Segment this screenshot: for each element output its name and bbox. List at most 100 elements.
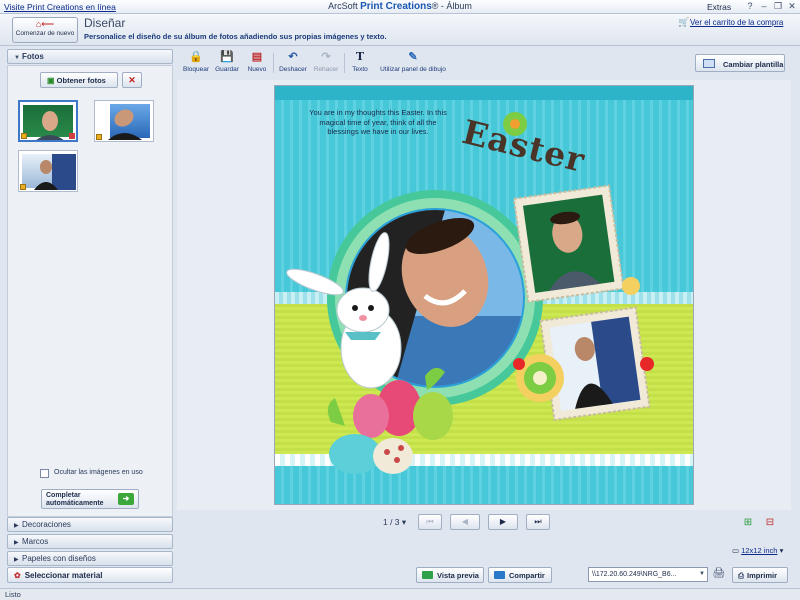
hide-used-checkbox-row[interactable]: Ocultar las imágenes en uso	[40, 469, 143, 478]
redo-icon: ↷	[321, 51, 331, 63]
undo-tool[interactable]: ↶ Deshacer	[276, 50, 310, 73]
page-dropdown-icon: ▾	[401, 517, 407, 527]
auto-fill-icon: ➜	[118, 493, 134, 505]
title-bar: Visite Print Creations en línea ArcSoft …	[0, 0, 800, 14]
step-title: Diseñar	[84, 16, 126, 30]
redo-tool-label: Rehacer	[313, 66, 339, 73]
toolbar-divider	[344, 53, 345, 73]
auto-complete-button[interactable]: Completar automáticamente ➜	[41, 489, 139, 509]
section-frames-label: Marcos	[22, 537, 49, 546]
print-button[interactable]: ⎙ Imprimir	[732, 567, 788, 583]
new-icon: ▤	[251, 51, 263, 63]
left-panel: ▼ Fotos ▣ Obtener fotos ✕ Ocultar las im…	[7, 49, 173, 584]
text-tool-label: Texto	[352, 66, 368, 73]
drawing-panel-tool[interactable]: ✎ Utilizar panel de dibujo	[376, 50, 450, 73]
photo-thumbnail[interactable]	[94, 100, 154, 142]
photos-section-header[interactable]: ▼ Fotos	[7, 49, 173, 64]
header-band: ⌂⟵ Comenzar de nuevo Diseñar Personalice…	[0, 14, 800, 46]
share-button-label: Compartir	[509, 571, 545, 580]
next-page-icon: ▶	[499, 517, 507, 526]
status-text: Listo	[5, 590, 21, 599]
lock-tool[interactable]: 🔒 Bloquear	[180, 50, 212, 73]
delete-page-icon[interactable]: ⊟	[764, 516, 776, 529]
remove-photo-icon: ✕	[128, 75, 136, 85]
photo-thumbnail[interactable]	[18, 150, 78, 192]
expand-triangle-icon: ▶	[14, 523, 19, 529]
photo-thumbnail-image	[22, 154, 76, 190]
cart-link[interactable]: 🛒Ver el carrito de la compra	[678, 17, 783, 27]
new-tool[interactable]: ▤ Nuevo	[244, 50, 270, 73]
app-brand: Print Creations	[360, 1, 432, 12]
hide-used-label: Ocultar las imágenes en uso	[54, 469, 143, 476]
last-page-button[interactable]: ⏭	[526, 514, 550, 530]
photo-thumbnail-image	[23, 105, 73, 140]
share-button[interactable]: Compartir	[488, 567, 552, 583]
app-title-suffix: ® - Álbum	[431, 1, 472, 11]
redo-tool[interactable]: ↷ Rehacer	[310, 50, 342, 73]
cart-icon: 🛒	[678, 17, 690, 27]
add-page-icon[interactable]: ⊞	[742, 516, 754, 529]
auto-complete-label-1: Completar	[46, 492, 81, 499]
portrait-image	[98, 104, 142, 140]
undo-icon: ↶	[288, 51, 298, 63]
minimize-icon[interactable]: –	[758, 1, 770, 12]
printer-properties-icon[interactable]: 🖨	[712, 567, 726, 581]
page-size-indicator[interactable]: ▭ 12x12 inch ▾	[732, 546, 783, 555]
album-page[interactable]: You are in my thoughts this Easter. In t…	[274, 85, 694, 505]
section-decorations-label: Decoraciones	[22, 520, 71, 529]
get-photos-button[interactable]: ▣ Obtener fotos	[40, 72, 118, 88]
printer-select[interactable]: \\172.20.60.249\NRG_B6... ▼	[588, 567, 708, 582]
close-icon[interactable]: ✕	[786, 1, 798, 12]
easter-eggs-sticker[interactable]	[327, 367, 453, 474]
page-indicator[interactable]: 1 / 3 ▾	[383, 517, 406, 528]
restore-icon[interactable]: ❐	[772, 1, 784, 12]
page-size-icon: ▭	[732, 546, 740, 555]
section-decorations[interactable]: ▶ Decoraciones	[7, 517, 173, 532]
gem-decoration[interactable]	[640, 357, 654, 371]
section-patterned-papers-label: Papeles con diseños	[22, 554, 96, 563]
new-tool-label: Nuevo	[247, 66, 267, 73]
change-template-label: Cambiar plantilla	[723, 60, 784, 69]
app-title: ArcSoft Print Creations® - Álbum	[0, 1, 800, 12]
drawing-panel-icon: ✎	[408, 51, 418, 63]
save-tool[interactable]: 💾 Guardar	[212, 50, 242, 73]
remove-photo-button[interactable]: ✕	[122, 72, 142, 88]
photos-section-label: Fotos	[22, 52, 44, 61]
extras-menu[interactable]: Extras	[707, 2, 731, 12]
in-use-flag-icon	[96, 134, 102, 140]
flower-decoration[interactable]	[622, 277, 640, 295]
change-template-button[interactable]: Cambiar plantilla	[695, 54, 785, 72]
restart-button-label: Comenzar de nuevo	[15, 30, 75, 37]
first-page-button[interactable]: ⏮	[418, 514, 442, 530]
section-patterned-papers[interactable]: ▶ Papeles con diseños	[7, 551, 173, 566]
flower-decoration[interactable]	[513, 354, 564, 402]
first-page-icon: ⏮	[426, 517, 434, 526]
preview-icon	[422, 571, 433, 579]
select-material-label: Seleccionar material	[24, 571, 103, 580]
text-tool[interactable]: T Texto	[348, 50, 372, 73]
restart-button[interactable]: ⌂⟵ Comenzar de nuevo	[12, 17, 78, 43]
previous-page-button[interactable]: ◀	[450, 514, 480, 530]
in-use-flag-icon	[21, 133, 27, 139]
get-photos-label: Obtener fotos	[56, 76, 106, 85]
section-frames[interactable]: ▶ Marcos	[7, 534, 173, 549]
page-artwork	[286, 112, 654, 474]
photo-thumbnail[interactable]	[18, 100, 78, 142]
select-material-button[interactable]: ✿ Seleccionar material	[7, 567, 173, 583]
preview-button[interactable]: Vista previa	[416, 567, 484, 583]
in-use-flag-icon	[20, 184, 26, 190]
stamp-frame-top[interactable]	[512, 184, 625, 304]
home-back-icon: ⌂⟵	[35, 19, 55, 29]
save-tool-label: Guardar	[215, 66, 239, 73]
flower-decoration[interactable]	[503, 112, 527, 136]
help-icon[interactable]: ?	[744, 1, 756, 12]
auto-complete-label-2: automáticamente	[46, 500, 104, 507]
previous-page-icon: ◀	[461, 517, 469, 526]
page-indicator-label: 1 / 3	[383, 517, 400, 527]
hide-used-checkbox[interactable]	[40, 469, 49, 478]
template-icon	[703, 59, 715, 68]
printer-dropdown-icon: ▼	[699, 571, 705, 577]
next-page-button[interactable]: ▶	[488, 514, 518, 530]
text-icon: T	[355, 50, 365, 63]
lock-icon: 🔒	[189, 51, 203, 63]
